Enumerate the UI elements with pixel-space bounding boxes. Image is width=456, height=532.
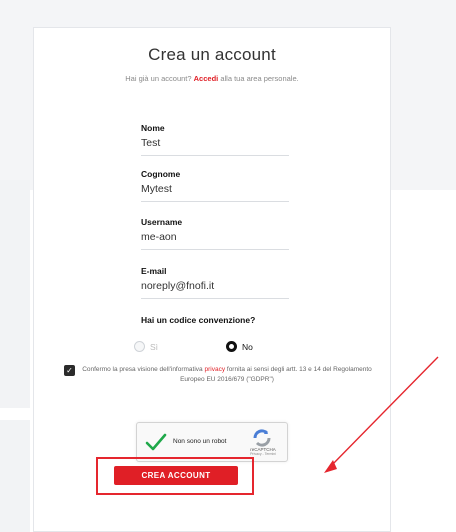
recaptcha-links[interactable]: Privacy - Termini [241,452,285,456]
login-prompt-text: Hai già un account? [125,74,192,83]
field-label: Nome [141,123,165,133]
email-field[interactable]: E-mail noreply@fnofi.it [141,266,289,299]
consent-text: Confermo la presa visione dell'informati… [82,365,372,384]
checkmark-icon: ✓ [66,365,73,375]
recaptcha-checkmark-icon[interactable] [145,432,167,452]
convention-question: Hai un codice convenzione? [141,315,256,325]
field-label: E-mail [141,266,167,276]
background-panel [0,180,30,408]
consent-text-start: Confermo la presa visione dell'informati… [82,366,203,373]
first-name-input[interactable]: Test [141,133,289,156]
radio-unchecked-icon[interactable] [134,341,145,352]
radio-option-si[interactable]: Sì [134,341,158,352]
create-account-button[interactable]: CREA ACCOUNT [114,466,238,485]
radio-option-no[interactable]: No [226,341,253,352]
radio-label: No [242,341,253,352]
last-name-field[interactable]: Cognome Mytest [141,169,289,202]
privacy-link[interactable]: privacy [204,366,225,373]
recaptcha-widget[interactable]: Non sono un robot reCAPTCHA Privacy - Te… [136,422,288,462]
field-label: Username [141,217,183,227]
last-name-input[interactable]: Mytest [141,179,289,202]
login-prompt-suffix: alla tua area personale. [220,74,299,83]
background-panel [0,420,30,532]
login-prompt: Hai già un account? Accedi alla tua area… [34,74,390,83]
email-input[interactable]: noreply@fnofi.it [141,276,289,299]
page-title: Crea un account [148,45,276,64]
recaptcha-logo-icon [253,429,271,447]
first-name-field[interactable]: Nome Test [141,123,289,156]
username-field[interactable]: Username me-aon [141,217,289,250]
username-input[interactable]: me-aon [141,227,289,250]
consent-checkbox[interactable]: ✓ [64,365,75,376]
radio-checked-icon[interactable] [226,341,237,352]
login-link[interactable]: Accedi [194,74,219,83]
radio-label: Sì [150,341,159,352]
field-label: Cognome [141,169,181,179]
recaptcha-label: Non sono un robot [173,438,227,445]
